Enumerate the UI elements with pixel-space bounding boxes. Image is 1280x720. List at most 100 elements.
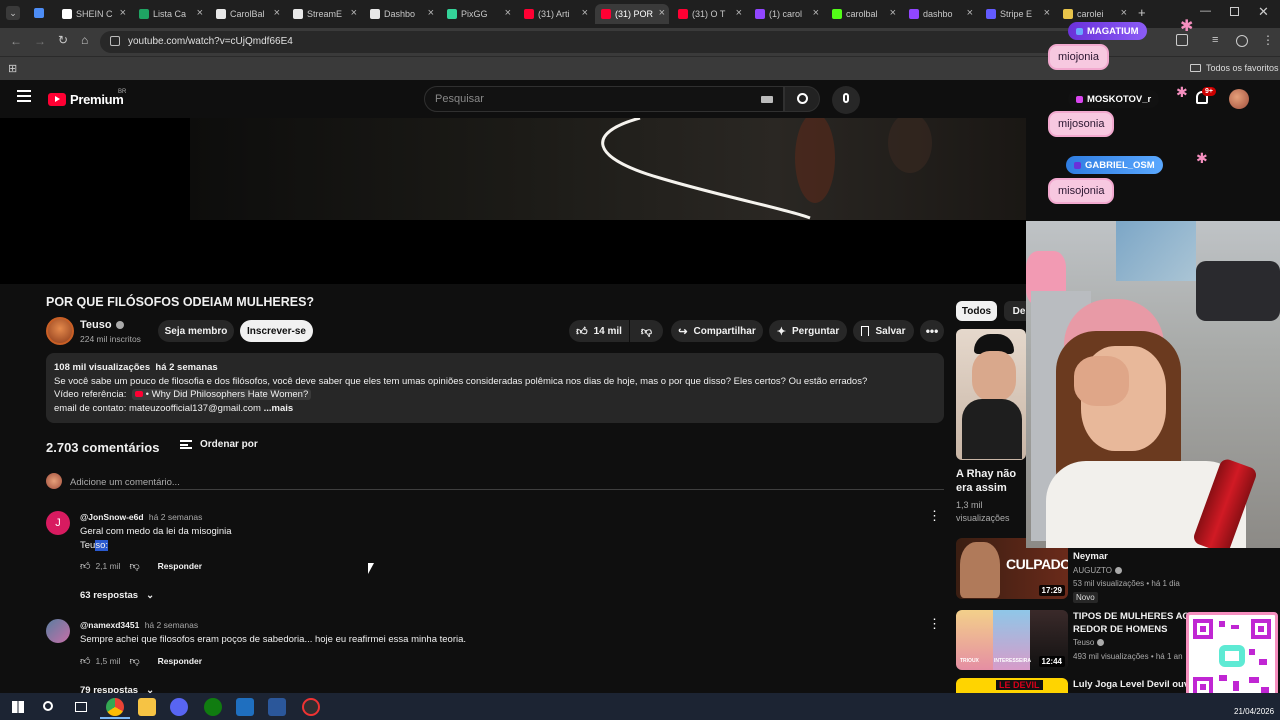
address-bar[interactable]: youtube.com/watch?v=cUjQmdf66E4 — [100, 31, 1100, 53]
tab-close-icon[interactable]: × — [120, 7, 126, 19]
tab-close-icon[interactable]: × — [197, 7, 203, 19]
comment-dislike-icon[interactable]: 👎︎ — [130, 655, 140, 667]
chip-all[interactable]: Todos — [956, 301, 997, 321]
browser-tab[interactable]: Dashbo × — [364, 4, 438, 24]
recommendation-title[interactable]: Neymar — [1073, 551, 1108, 562]
keyboard-icon[interactable] — [761, 96, 773, 103]
comment-time[interactable]: há 2 semanas — [149, 512, 202, 522]
join-button[interactable]: Seja membro — [158, 320, 234, 342]
recommendation-channel[interactable]: AUGUZTO — [1073, 566, 1122, 575]
search-icon[interactable] — [40, 698, 58, 716]
word-icon[interactable] — [268, 698, 286, 716]
file-explorer-icon[interactable] — [138, 698, 156, 716]
dislike-button[interactable]: 👎︎ — [630, 320, 663, 342]
video-thumbnail[interactable] — [956, 329, 1026, 460]
video-thumbnail[interactable]: LE DEVIL — [956, 678, 1068, 693]
browser-tab[interactable]: dashbo × — [903, 4, 977, 24]
comment-like-icon[interactable]: 👍︎ — [80, 560, 90, 572]
subscribe-button[interactable]: Inscrever-se — [240, 320, 313, 342]
add-comment-input[interactable]: Adicione um comentário... — [70, 472, 944, 490]
reference-link[interactable]: • Why Did Philosophers Hate Women? — [132, 389, 312, 400]
pinned-tab-icon[interactable] — [34, 8, 44, 18]
replies-toggle[interactable]: 63 respostas ⌄ — [80, 590, 154, 601]
obs-icon[interactable] — [302, 698, 320, 716]
recommendation-title[interactable]: Luly Joga Level Devil ouvin — [1073, 679, 1198, 690]
browser-tab[interactable]: carolbal × — [826, 4, 900, 24]
windows-start-icon[interactable] — [9, 698, 27, 716]
tab-close-icon[interactable]: × — [582, 7, 588, 19]
recommendation-title[interactable]: A Rhay não era assim — [956, 467, 1016, 495]
more-actions-button[interactable]: ••• — [920, 320, 944, 342]
recommendation-title[interactable]: TIPOS DE MULHERES AO REDOR DE HOMENS — [1073, 610, 1190, 636]
sort-button[interactable]: Ordenar por — [180, 439, 258, 450]
like-button[interactable]: 👍︎ 14 mil — [569, 320, 629, 342]
share-button[interactable]: ↪ Compartilhar — [671, 320, 763, 342]
tab-close-icon[interactable]: × — [659, 7, 665, 19]
recommendation-channel[interactable]: Teuso — [1073, 638, 1105, 647]
forward-icon[interactable]: → — [34, 34, 46, 48]
channel-name[interactable]: Teuso — [80, 319, 124, 331]
account-avatar[interactable] — [1229, 89, 1249, 109]
voice-search-button[interactable] — [832, 86, 860, 114]
discord-icon[interactable] — [170, 698, 188, 716]
show-more-link[interactable]: ...mais — [264, 403, 294, 414]
back-icon[interactable]: ← — [10, 34, 22, 48]
youtube-logo[interactable]: Premium — [48, 92, 124, 107]
tab-close-icon[interactable]: × — [505, 7, 511, 19]
browser-tab[interactable]: (1) carol × — [749, 4, 823, 24]
home-icon[interactable]: ⌂ — [81, 33, 88, 47]
browser-tab[interactable]: (31) O T × — [672, 4, 746, 24]
browser-tab[interactable]: SHEIN C × — [56, 4, 130, 24]
comment-menu-icon[interactable]: ⋮ — [928, 508, 941, 524]
comment-reply-button[interactable]: Responder — [158, 561, 202, 571]
reload-icon[interactable]: ↻ — [58, 33, 68, 47]
security-icon[interactable] — [236, 698, 254, 716]
restore-icon[interactable] — [1230, 7, 1239, 16]
comment-avatar[interactable]: J — [46, 511, 70, 535]
comment-author[interactable]: @namexd3451 — [80, 620, 139, 630]
comment-avatar[interactable] — [46, 619, 70, 643]
channel-avatar[interactable] — [46, 317, 74, 345]
comment-time[interactable]: há 2 semanas — [145, 620, 198, 630]
comment-menu-icon[interactable]: ⋮ — [928, 616, 941, 632]
hamburger-menu-icon[interactable] — [17, 90, 31, 102]
comment-dislike-icon[interactable]: 👎︎ — [130, 560, 140, 572]
browser-tab[interactable]: (31) Arti × — [518, 4, 592, 24]
search-input[interactable]: Pesquisar — [424, 86, 784, 112]
browser-tab[interactable]: Stripe E × — [980, 4, 1054, 24]
profile-icon[interactable] — [1236, 35, 1248, 47]
all-bookmarks-link[interactable]: Todos os favoritos — [1206, 63, 1279, 73]
tab-close-icon[interactable]: × — [1121, 7, 1127, 19]
chrome-icon[interactable] — [106, 698, 124, 716]
tab-close-icon[interactable]: × — [274, 7, 280, 19]
apps-grid-icon[interactable]: ⊞ — [8, 62, 17, 75]
video-description[interactable]: 108 mil visualizações há 2 semanas Se vo… — [46, 353, 944, 423]
video-thumbnail[interactable]: TRIOUX INTERESSEIRA 12:44 — [956, 610, 1068, 670]
search-button[interactable] — [784, 86, 820, 112]
minimize-icon[interactable]: — — [1200, 5, 1211, 17]
comment-reply-button[interactable]: Responder — [158, 656, 202, 666]
tab-close-icon[interactable]: × — [890, 7, 896, 19]
tab-close-icon[interactable]: × — [967, 7, 973, 19]
close-window-icon[interactable]: ✕ — [1258, 4, 1269, 20]
new-tab-button[interactable]: + — [1138, 5, 1146, 20]
comment-author[interactable]: @JonSnow-e6d — [80, 512, 144, 522]
browser-tab[interactable]: carolei × — [1057, 4, 1131, 24]
tab-close-icon[interactable]: × — [428, 7, 434, 19]
browser-menu-icon[interactable]: ⋮ — [1262, 33, 1274, 47]
ask-button[interactable]: ✦ Perguntar — [769, 320, 847, 342]
browser-tab[interactable]: Lista Ca × — [133, 4, 207, 24]
browser-tab[interactable]: CarolBal × — [210, 4, 284, 24]
save-button[interactable]: Salvar — [853, 320, 914, 342]
tab-close-icon[interactable]: × — [351, 7, 357, 19]
browser-tab[interactable]: (31) POR × — [595, 4, 669, 24]
browser-tab[interactable]: StreamE × — [287, 4, 361, 24]
browser-tab[interactable]: PixGG × — [441, 4, 515, 24]
tab-close-icon[interactable]: × — [813, 7, 819, 19]
tab-close-icon[interactable]: × — [736, 7, 742, 19]
task-view-icon[interactable] — [72, 698, 90, 716]
comment-like-icon[interactable]: 👍︎ — [80, 655, 90, 667]
tab-close-icon[interactable]: × — [1044, 7, 1050, 19]
tab-search-icon[interactable]: ⌄ — [6, 6, 20, 20]
media-control-icon[interactable]: ≡ — [1212, 34, 1218, 46]
